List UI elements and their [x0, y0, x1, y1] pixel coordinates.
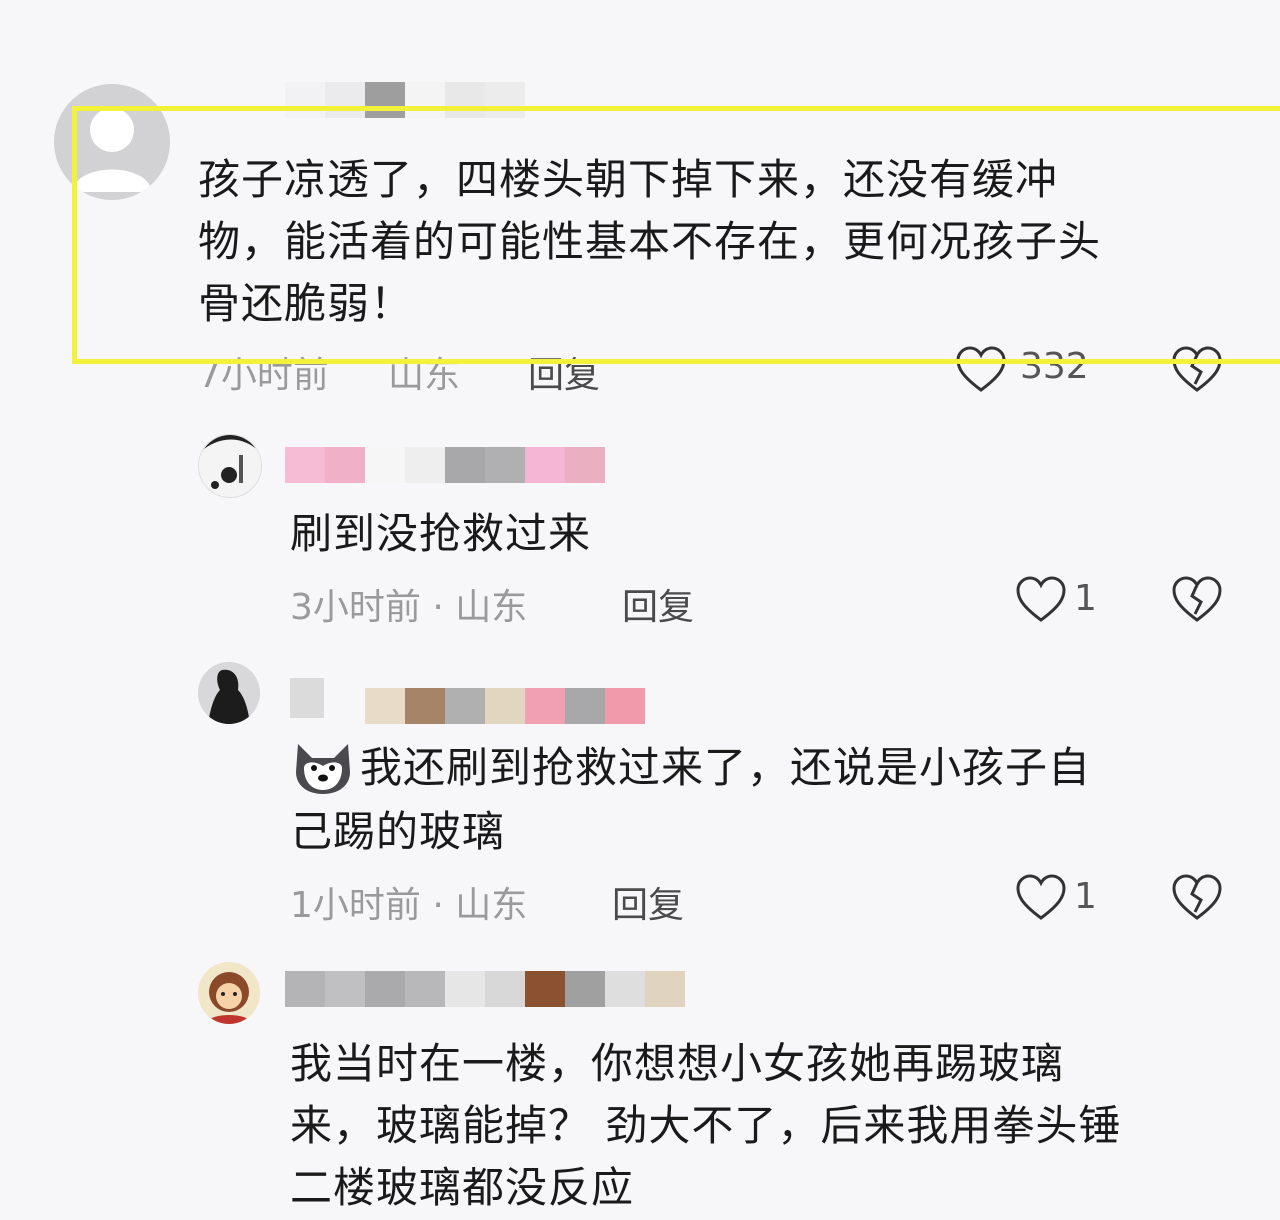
mosaic-block	[565, 688, 605, 724]
mosaic-block	[365, 971, 405, 1007]
heart-icon[interactable]	[1016, 874, 1066, 922]
comment-text-line: 来，玻璃能掉？ 劲大不了，后来我用拳头锤	[290, 1101, 1122, 1150]
mosaic-block	[285, 971, 325, 1007]
comment-text-line: 刷到没抢救过来	[290, 509, 592, 558]
like-count: 1	[1074, 578, 1097, 619]
husky-emoji-icon	[292, 738, 354, 796]
mosaic-block	[525, 447, 565, 483]
mosaic-block	[285, 447, 325, 483]
comment-meta: 1小时前 · 山东	[290, 885, 528, 926]
mosaic-block	[525, 971, 565, 1007]
mosaic-block	[365, 688, 405, 724]
mosaic-block	[485, 688, 525, 724]
reply-button[interactable]: 回复	[622, 578, 694, 630]
heart-icon[interactable]	[1016, 576, 1066, 624]
mosaic-block	[525, 688, 565, 724]
dislike-icon[interactable]	[1172, 874, 1222, 922]
mosaic-block	[565, 971, 605, 1007]
mosaic-block	[485, 447, 525, 483]
mosaic-block	[485, 971, 525, 1007]
mosaic-block	[445, 688, 485, 724]
mosaic-block	[605, 688, 645, 724]
avatar[interactable]	[198, 962, 260, 1024]
cut-off-header	[600, 0, 760, 4]
avatar[interactable]	[198, 662, 260, 724]
mosaic-block	[405, 447, 445, 483]
reply-button[interactable]: 回复	[612, 876, 684, 928]
highlight-box	[72, 106, 1280, 364]
mosaic-block	[445, 971, 485, 1007]
mosaic-block	[405, 688, 445, 724]
comment-text-line: 我当时在一楼，你想想小女孩她再踢玻璃	[290, 1039, 1065, 1088]
dislike-icon[interactable]	[1172, 576, 1222, 624]
mosaic-block	[365, 447, 405, 483]
like-count: 1	[1074, 876, 1097, 917]
mosaic-block	[325, 447, 365, 483]
mosaic-block	[645, 971, 685, 1007]
comment-text-line: 二楼玻璃都没反应	[290, 1163, 635, 1212]
username-mosaic	[285, 447, 605, 483]
mosaic-block	[565, 447, 605, 483]
comment-text-line: 己踢的玻璃	[290, 807, 506, 856]
username-initial	[290, 678, 324, 718]
avatar[interactable]	[198, 434, 262, 498]
mosaic-block	[605, 971, 645, 1007]
mosaic-block	[405, 971, 445, 1007]
comment-meta: 3小时前 · 山东	[290, 587, 528, 628]
username-mosaic	[365, 688, 645, 724]
comment-text-line: 我还刷到抢救过来了，还说是小孩子自	[360, 743, 1092, 792]
mosaic-block	[445, 447, 485, 483]
username-mosaic	[285, 971, 685, 1007]
mosaic-block	[325, 971, 365, 1007]
